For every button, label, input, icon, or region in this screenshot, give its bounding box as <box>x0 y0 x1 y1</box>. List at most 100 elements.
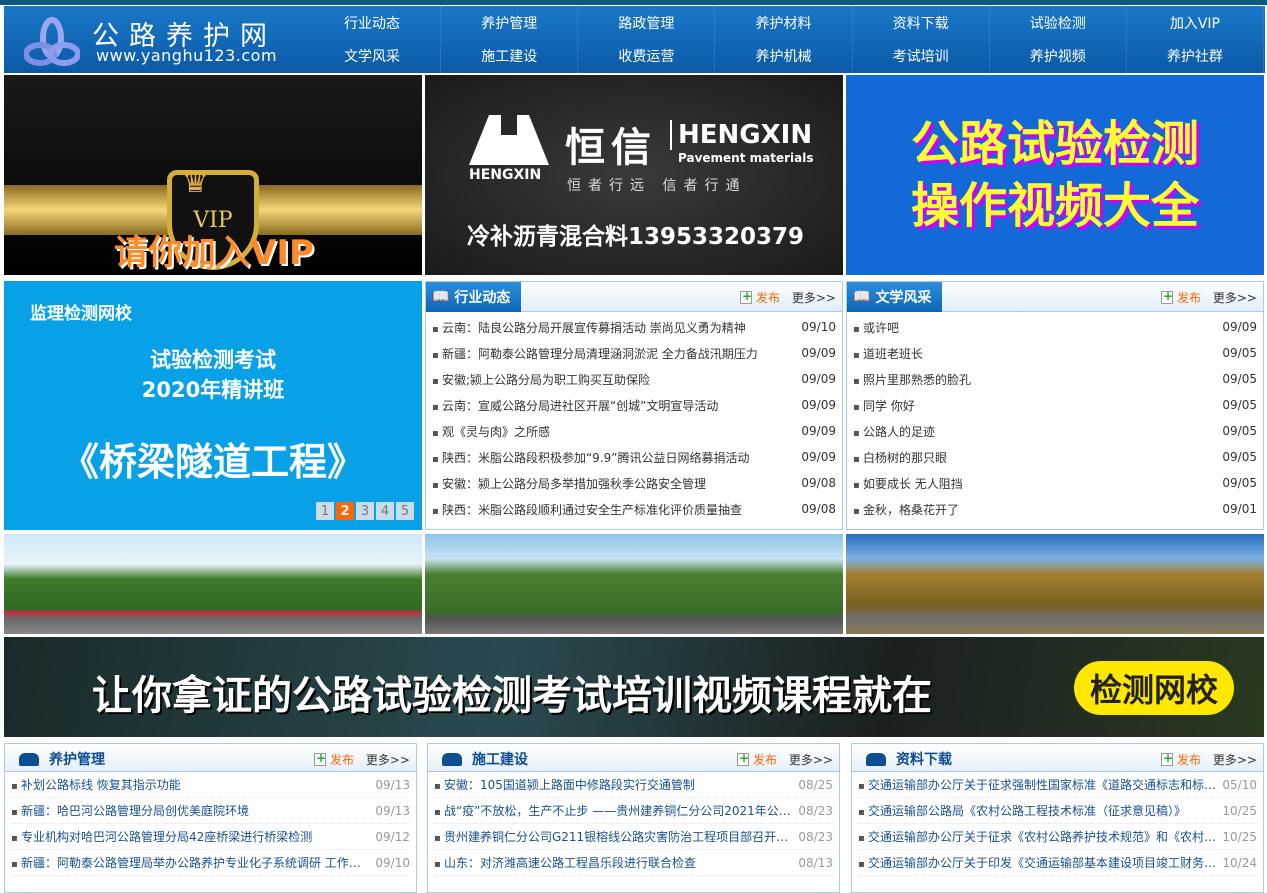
item-title[interactable]: 新疆：阿勒泰公路管理分局清理涵洞淤泥 全力备战汛期压力 <box>432 345 795 362</box>
list-item[interactable]: 战“疫”不放松，生产不止步 ——贵州建养铜仁分公司2021年公路建设 08/23 <box>434 798 833 824</box>
list-item[interactable]: 安徽：颍上公路分局多举措加强秋季公路安全管理 09/08 <box>432 470 836 496</box>
item-title[interactable]: 新疆：阿勒泰公路管理局举办公路养护专业化子系统调研 工作会议 <box>11 854 369 871</box>
nav-item[interactable]: 施工建设 <box>441 39 579 73</box>
list-item[interactable]: 新疆：哈巴河公路管理分局创优美庭院环境 09/13 <box>11 798 410 824</box>
list-item[interactable]: 金秋，格桑花开了 09/01 <box>853 496 1257 522</box>
item-title[interactable]: 云南：陆良公路分局开展宣传募捐活动 崇尚见义勇为精神 <box>432 319 795 336</box>
nav-item[interactable]: 养护社群 <box>1127 39 1264 73</box>
list-item[interactable]: 如要成长 无人阻挡 09/05 <box>853 470 1257 496</box>
list-item[interactable]: 补划公路标线 恢复其指示功能 09/13 <box>11 772 410 798</box>
item-title[interactable]: 交通运输部办公厅关于征求《农村公路养护技术规范》和《农村公路 <box>858 828 1216 845</box>
item-title[interactable]: 交通运输部办公厅关于征求强制性国家标准《道路交通标志和标线》 <box>858 776 1216 793</box>
list-item[interactable]: 同学 你好 09/05 <box>853 392 1257 418</box>
site-url[interactable]: www.yanghu123.com <box>96 46 277 65</box>
item-title[interactable]: 山东：对济潍高速公路工程昌乐段进行联合检查 <box>434 854 792 871</box>
item-title[interactable]: 照片里那熟悉的脸孔 <box>853 371 1216 388</box>
section-title[interactable]: 资料下载 <box>866 749 952 769</box>
more-link[interactable]: 更多>> <box>789 751 833 768</box>
more-link[interactable]: 更多>> <box>1213 751 1257 768</box>
item-title[interactable]: 如要成长 无人阻挡 <box>853 475 1216 492</box>
item-title[interactable]: 贵州建养铜仁分公司G211银榕线公路灾害防治工程项目部召开工作会 <box>434 828 792 845</box>
item-title[interactable]: 白杨树的那只眼 <box>853 449 1216 466</box>
list-item[interactable]: 公路人的足迹 09/05 <box>853 418 1257 444</box>
publish-button[interactable]: 发布 <box>313 751 354 768</box>
item-title[interactable]: 交通运输部公路局《农村公路工程技术标准（征求意见稿）》 <box>858 802 1216 819</box>
slider[interactable]: 监理检测网校 试验检测考试 2020年精讲班 《桥梁隧道工程》 12345 <box>4 281 422 530</box>
more-link[interactable]: 更多>> <box>366 751 410 768</box>
item-title[interactable]: 专业机构对哈巴河公路管理分局42座桥梁进行桥梁检测 <box>11 828 369 845</box>
list-item[interactable]: 安徽：105国道颍上路面中修路段实行交通管制 08/25 <box>434 772 833 798</box>
item-title[interactable]: 云南：宣威公路分局进社区开展“创城”文明宣导活动 <box>432 397 795 414</box>
item-title[interactable]: 陕西：米脂公路段积极参加“9.9”腾讯公益日网络募捐活动 <box>432 449 795 466</box>
more-link[interactable]: 更多>> <box>792 289 836 306</box>
nav-item[interactable]: 试验检测 <box>990 6 1127 40</box>
list-item[interactable]: 陕西：米脂公路段积极参加“9.9”腾讯公益日网络募捐活动 09/09 <box>432 444 836 470</box>
list-item[interactable]: 贵州建养铜仁分公司G211银榕线公路灾害防治工程项目部召开工作会 08/23 <box>434 824 833 850</box>
nav-item[interactable]: 路政管理 <box>578 6 716 40</box>
hengxin-banner[interactable]: HENGXIN 恒信 HENGXIN Pavement materials 恒者… <box>425 75 843 275</box>
nav-item[interactable]: 收费运营 <box>578 39 716 73</box>
slider-page-button[interactable]: 2 <box>336 502 354 520</box>
list-item[interactable]: 山东：对济潍高速公路工程昌乐段进行联合检查 08/13 <box>434 850 833 876</box>
list-item[interactable]: 或许吧 09/09 <box>853 314 1257 340</box>
publish-button[interactable]: 发布 <box>736 751 777 768</box>
list-item[interactable]: 云南：陆良公路分局开展宣传募捐活动 崇尚见义勇为精神 09/10 <box>432 314 836 340</box>
item-title[interactable]: 金秋，格桑花开了 <box>853 501 1216 518</box>
list-item[interactable]: 交通运输部办公厅关于征求强制性国家标准《道路交通标志和标线》 05/10 <box>858 772 1257 798</box>
vip-banner[interactable]: VIP ♛ 请你加入VIP <box>4 75 422 275</box>
item-title[interactable]: 公路人的足迹 <box>853 423 1216 440</box>
list-item[interactable]: 观《灵与肉》之所感 09/09 <box>432 418 836 444</box>
item-title[interactable]: 同学 你好 <box>853 397 1216 414</box>
list-item[interactable]: 照片里那熟悉的脸孔 09/05 <box>853 366 1257 392</box>
list-item[interactable]: 新疆：阿勒泰公路管理局举办公路养护专业化子系统调研 工作会议 09/10 <box>11 850 410 876</box>
list-item[interactable]: 交通运输部办公厅关于征求《农村公路养护技术规范》和《农村公路 10/25 <box>858 824 1257 850</box>
slider-page-button[interactable]: 4 <box>376 502 394 520</box>
list-item[interactable]: 陕西：米脂公路段顺利通过安全生产标准化评价质量抽查 09/08 <box>432 496 836 522</box>
logo-icon[interactable] <box>24 16 80 66</box>
item-title[interactable]: 陕西：米脂公路段顺利通过安全生产标准化评价质量抽查 <box>432 501 795 518</box>
section-title[interactable]: 施工建设 <box>442 749 528 769</box>
item-title[interactable]: 道班老班长 <box>853 345 1216 362</box>
item-title[interactable]: 安徽：颍上公路分局多举措加强秋季公路安全管理 <box>432 475 795 492</box>
list-item[interactable]: 道班老班长 09/05 <box>853 340 1257 366</box>
literature-tab[interactable]: 📖 文学风采 <box>847 282 942 312</box>
nav-item[interactable]: 资料下载 <box>853 6 990 40</box>
publish-button[interactable]: 发布 <box>739 289 780 306</box>
nav-item[interactable]: 加入VIP <box>1127 6 1264 40</box>
list-item[interactable]: 云南：宣威公路分局进社区开展“创城”文明宣导活动 09/09 <box>432 392 836 418</box>
item-title[interactable]: 战“疫”不放松，生产不止步 ——贵州建养铜仁分公司2021年公路建设 <box>434 802 792 819</box>
item-title[interactable]: 交通运输部办公厅关于印发《交通运输部基本建设项目竣工财务决算 <box>858 854 1216 871</box>
list-item[interactable]: 专业机构对哈巴河公路管理分局42座桥梁进行桥梁检测 09/12 <box>11 824 410 850</box>
section-title[interactable]: 养护管理 <box>19 749 105 769</box>
list-item[interactable]: 安徽;颍上公路分局为职工购买互助保险 09/09 <box>432 366 836 392</box>
road-photo-1[interactable] <box>4 534 422 634</box>
nav-item[interactable]: 行业动态 <box>304 6 442 40</box>
slider-page-button[interactable]: 5 <box>396 502 414 520</box>
road-photo-3[interactable] <box>846 534 1264 634</box>
publish-button[interactable]: 发布 <box>1160 751 1201 768</box>
nav-item[interactable]: 文学风采 <box>304 39 442 73</box>
item-title[interactable]: 安徽：105国道颍上路面中修路段实行交通管制 <box>434 776 792 793</box>
slider-page-button[interactable]: 1 <box>316 502 334 520</box>
list-item[interactable]: 白杨树的那只眼 09/05 <box>853 444 1257 470</box>
road-photo-2[interactable] <box>425 534 843 634</box>
item-title[interactable]: 新疆：哈巴河公路管理分局创优美庭院环境 <box>11 802 369 819</box>
more-link[interactable]: 更多>> <box>1213 289 1257 306</box>
item-title[interactable]: 补划公路标线 恢复其指示功能 <box>11 776 369 793</box>
list-item[interactable]: 交通运输部办公厅关于印发《交通运输部基本建设项目竣工财务决算 10/24 <box>858 850 1257 876</box>
nav-item[interactable]: 养护视频 <box>990 39 1127 73</box>
item-title[interactable]: 或许吧 <box>853 319 1216 336</box>
nav-item[interactable]: 养护管理 <box>441 6 579 40</box>
wide-banner-button[interactable]: 检测网校 <box>1073 661 1234 715</box>
video-banner[interactable]: 公路试验检测 操作视频大全 <box>846 75 1264 275</box>
nav-item[interactable]: 考试培训 <box>853 39 990 73</box>
item-title[interactable]: 观《灵与肉》之所感 <box>432 423 795 440</box>
publish-button[interactable]: 发布 <box>1160 289 1201 306</box>
nav-item[interactable]: 养护材料 <box>715 6 853 40</box>
nav-item[interactable]: 养护机械 <box>715 39 853 73</box>
slider-page-button[interactable]: 3 <box>356 502 374 520</box>
industry-tab[interactable]: 📖 行业动态 <box>426 282 521 312</box>
list-item[interactable]: 交通运输部公路局《农村公路工程技术标准（征求意见稿）》 10/25 <box>858 798 1257 824</box>
wide-banner[interactable]: 让你拿证的公路试验检测考试培训视频课程就在 检测网校 <box>4 637 1264 737</box>
list-item[interactable]: 新疆：阿勒泰公路管理分局清理涵洞淤泥 全力备战汛期压力 09/09 <box>432 340 836 366</box>
